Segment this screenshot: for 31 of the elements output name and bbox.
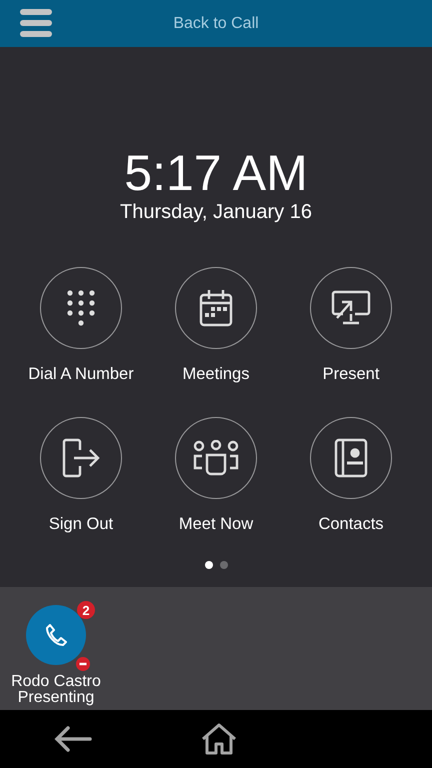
contacts-book-icon [334, 438, 368, 478]
back-arrow-icon [54, 726, 92, 752]
action-label: Sign Out [48, 514, 114, 535]
action-label: Present [322, 364, 380, 385]
back-to-call-link[interactable]: Back to Call [173, 14, 259, 32]
back-button[interactable] [54, 726, 92, 752]
calendar-icon [199, 289, 233, 327]
screen-share-icon [331, 290, 371, 326]
action-button[interactable] [40, 267, 122, 349]
phone-icon [45, 623, 67, 647]
keypad-icon [65, 288, 97, 328]
count-badge: 2 [77, 601, 95, 619]
action-label: Contacts [318, 514, 384, 535]
action-button[interactable] [310, 417, 392, 499]
home-icon [201, 723, 237, 755]
clock-time: 5:17 AM [124, 146, 308, 200]
call-status: Presenting [18, 690, 94, 706]
menu-button[interactable] [20, 7, 52, 39]
clock-date: Thursday, January 16 [120, 200, 312, 224]
action-button[interactable] [40, 417, 122, 499]
group-icon [192, 440, 240, 476]
home-button[interactable] [201, 723, 237, 755]
action-button[interactable] [310, 267, 392, 349]
action-label: Dial A Number [28, 364, 134, 385]
action-button[interactable] [175, 267, 257, 349]
caller-name: Rodo Castro [11, 674, 101, 690]
action-label: Meet Now [178, 514, 254, 535]
sign-out-icon [62, 438, 100, 478]
action-button[interactable] [175, 417, 257, 499]
action-label: Meetings [182, 364, 250, 385]
do-not-disturb-icon [74, 655, 92, 673]
